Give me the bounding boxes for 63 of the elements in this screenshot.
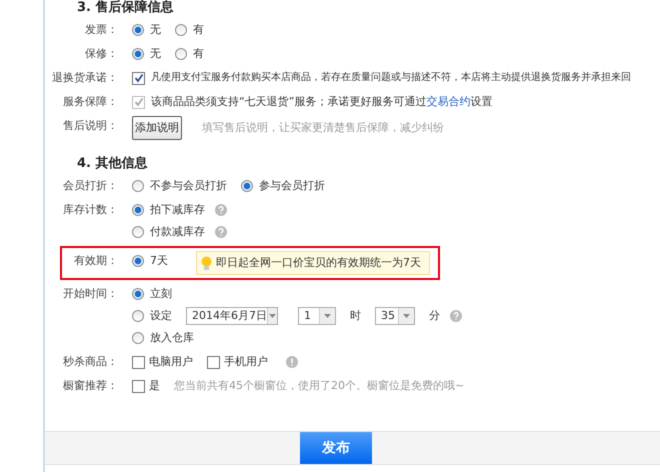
dropdown-button[interactable] [267,308,277,324]
option-label: 立刻 [150,286,172,302]
option-label: 是 [149,378,160,394]
radio-button[interactable] [132,255,144,267]
option-label: 有 [193,46,204,62]
option-label: 7天 [150,253,168,269]
field-label: 保修： [84,46,118,62]
radio-button[interactable] [175,24,187,36]
hint-text: 填写售后说明，让买家更清楚售后保障，减少纠纷 [202,120,444,136]
radio-button[interactable] [132,48,144,60]
section-title: 3. 售后保障信息 [77,0,175,16]
field-label: 发票： [84,22,118,38]
option-label: 手机用户 [224,354,268,370]
option-label: 拍下减库存 [150,202,205,218]
field-label: 会员打折： [62,178,118,194]
caret-icon [403,314,410,318]
section-title: 4. 其他信息 [77,156,149,172]
description-text: 凡使用支付宝服务付款购买本店商品，若存在质量问题或与描述不符，本店将主动提供退换货服务并承担来回 [151,70,631,85]
option-label: 有 [193,22,204,38]
minute-select[interactable]: 35 [375,307,415,325]
dropdown-button[interactable] [319,308,335,324]
field-label: 售后说明： [62,118,118,134]
hint-text: 您当前共有45个橱窗位，使用了20个。橱窗位是免费的哦~ [174,378,464,394]
option-label: 无 [150,22,161,38]
checkbox[interactable] [207,356,220,368]
radio-button[interactable] [241,180,253,192]
field-label: 退换货承诺： [51,70,118,86]
field-label: 有效期： [73,253,118,269]
field-label: 橱窗推荐： [62,378,118,394]
description-text: 该商品品类须支持“七天退货”服务；承诺更好服务可通过交易合约设置 [151,94,492,110]
caret-icon [269,314,276,318]
add-button[interactable]: 添加说明 [132,116,182,140]
dropdown-button[interactable] [398,308,414,324]
radio-button[interactable] [132,180,144,192]
date-select[interactable]: 2014年6月7日 [186,307,278,325]
caret-icon [324,314,331,318]
option-label: 不参与会员打折 [150,178,227,194]
checkbox[interactable] [132,356,145,368]
publish-button[interactable]: 发布 [300,432,372,464]
radio-button[interactable] [132,310,144,322]
field-label: 服务保障： [62,94,118,110]
field-label: 库存计数： [62,202,118,218]
option-label: 参与会员打折 [259,178,325,194]
checkbox[interactable] [132,72,145,84]
unit-label: 时 [350,308,361,324]
option-label: 设定 [150,308,172,324]
checkbox[interactable] [132,380,145,392]
option-label: 付款减库存 [150,224,205,240]
radio-button[interactable] [132,332,144,344]
option-label: 无 [150,46,161,62]
radio-button[interactable] [132,24,144,36]
radio-button[interactable] [175,48,187,60]
notice-tip: 即日起全网一口价宝贝的有效期统一为7天 [196,251,430,275]
option-label: 电脑用户 [149,354,193,370]
lightbulb-icon [201,256,212,270]
field-label: 开始时间： [62,286,118,302]
hour-select[interactable]: 1 [298,307,336,325]
unit-label: 分 [429,308,440,324]
radio-button[interactable] [132,288,144,300]
field-label: 秒杀商品： [62,354,118,370]
option-label: 放入仓库 [150,330,194,346]
radio-button[interactable] [132,226,144,238]
radio-button[interactable] [132,204,144,216]
